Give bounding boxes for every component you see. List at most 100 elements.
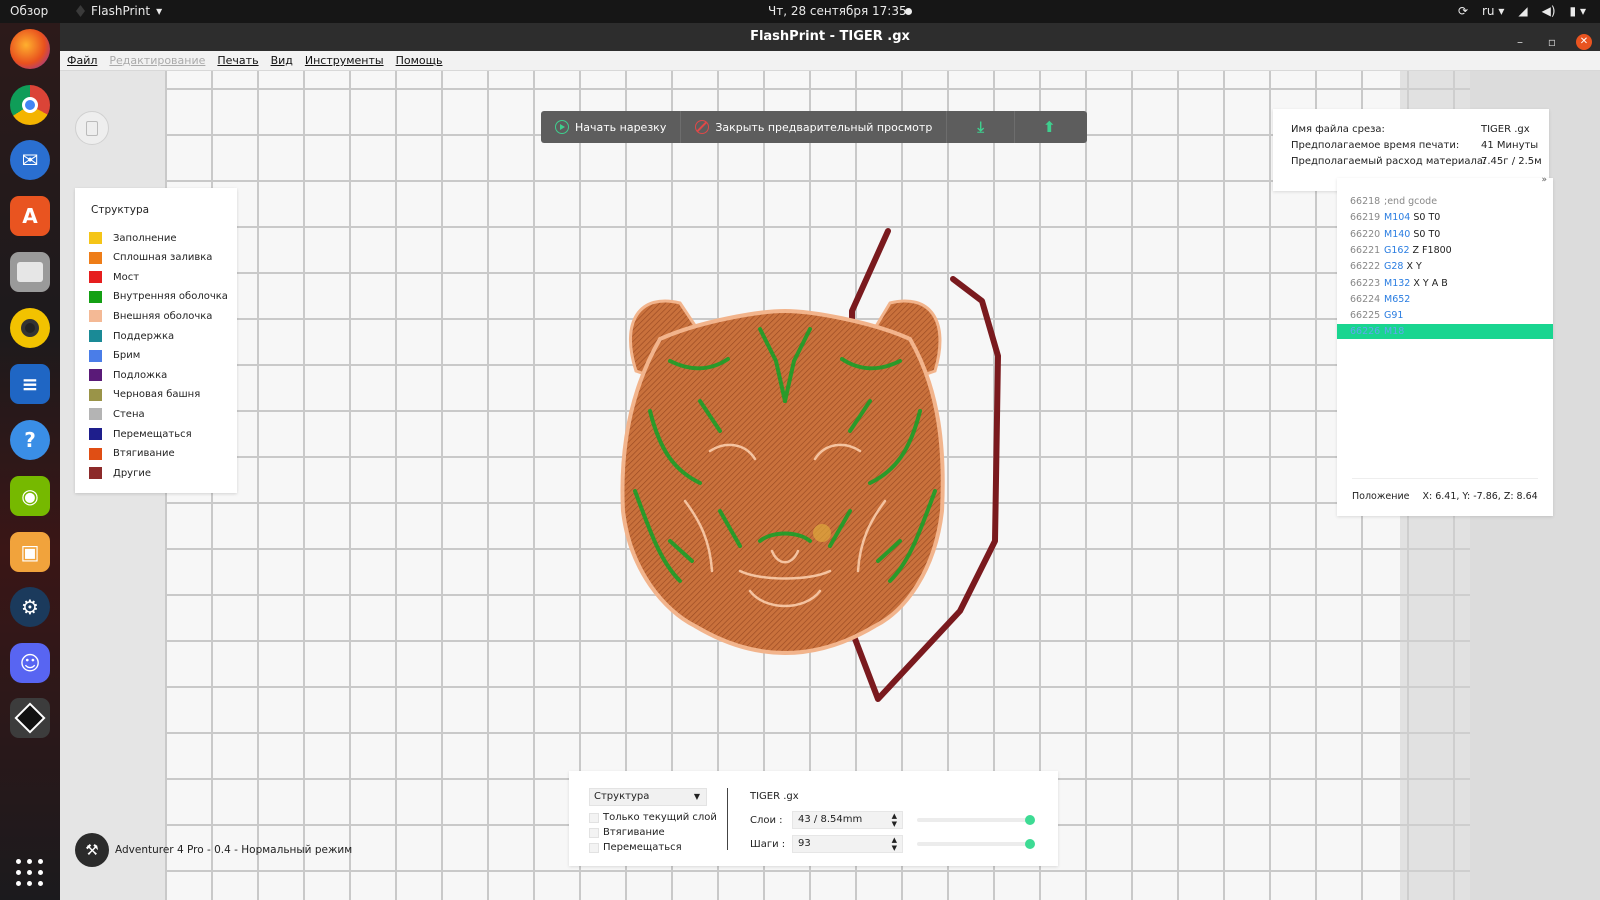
clock[interactable]: Чт, 28 сентября 17:35 [768, 4, 907, 18]
activities-button[interactable]: Обзор [10, 4, 48, 18]
gcode-line[interactable]: 66226 M18 [1337, 324, 1553, 340]
only-current-layer-checkbox[interactable]: Только текущий слой [589, 812, 717, 823]
steps-slider[interactable] [917, 839, 1035, 849]
language-indicator[interactable]: ru ▾ [1482, 4, 1504, 18]
gcode-command: G28 [1384, 261, 1404, 273]
travel-label: Перемещаться [603, 842, 682, 853]
printer-connect-button[interactable]: ⚒ [75, 833, 109, 867]
notification-dot-icon [905, 8, 912, 15]
printer-status-label: Adventurer 4 Pro - 0.4 - Нормальный режи… [115, 844, 353, 856]
help-icon[interactable]: ? [10, 420, 50, 460]
legend-item-label: Сплошная заливка [113, 252, 213, 264]
steps-slider-handle[interactable] [1025, 839, 1035, 849]
menu-help[interactable]: Помощь [396, 54, 443, 67]
steam-icon[interactable]: ⚙ [10, 587, 50, 627]
menu-file[interactable]: Файл [67, 54, 97, 67]
gcode-line[interactable]: 66224 M652 [1337, 292, 1553, 307]
legend-item: Внутренняя оболочка [89, 290, 228, 303]
gcode-line[interactable]: 66223 M132 X Y A B [1337, 276, 1553, 291]
libreoffice-writer-icon[interactable]: ≡ [10, 364, 50, 404]
checkbox-box[interactable] [589, 827, 599, 838]
image-viewer-icon[interactable]: ▣ [10, 532, 50, 572]
legend-item-label: Другие [113, 467, 151, 479]
send-to-printer-button[interactable]: ⬆ [1015, 111, 1084, 143]
spin-arrows-icon[interactable]: ▲ ▼ [892, 812, 897, 828]
checkbox-box[interactable] [589, 812, 599, 823]
chevron-down-icon: ▾ [156, 4, 163, 18]
discord-icon[interactable]: ☺ [10, 643, 50, 683]
volume-icon[interactable]: ◀) [1542, 4, 1556, 18]
nvidia-settings-icon[interactable]: ◉ [10, 476, 50, 516]
close-icon[interactable]: ✕ [1576, 34, 1592, 50]
layers-spinbox[interactable]: 43 / 8.54mm ▲ ▼ [792, 811, 903, 829]
retraction-checkbox[interactable]: Втягивание [589, 827, 665, 838]
travel-checkbox[interactable]: Перемещаться [589, 842, 682, 853]
legend-item-label: Мост [113, 271, 140, 283]
gcode-line[interactable]: 66222 G28 X Y [1337, 259, 1553, 274]
menu-tools[interactable]: Инструменты [305, 54, 384, 67]
gcode-arguments: ;end gcode [1384, 196, 1438, 207]
menu-edit[interactable]: Редактирование [109, 54, 205, 67]
structure-legend: Структура Заполнение Сплошная заливка Мост… [75, 188, 237, 493]
layers-slider-handle[interactable] [1025, 815, 1035, 825]
legend-item: Поддержка [89, 330, 174, 342]
gcode-line-number: 66226 [1350, 326, 1381, 338]
gcode-line-number: 66220 [1350, 228, 1381, 240]
collapse-panel-icon[interactable]: » [1541, 175, 1547, 185]
wifi-icon[interactable]: ◢ [1518, 4, 1527, 18]
position-label: Положение [1352, 491, 1410, 502]
legend-item-label: Внешняя оболочка [113, 310, 213, 322]
nozzle-position-marker [813, 524, 831, 542]
gcode-line[interactable]: 66220 M140 S0 T0 [1337, 227, 1553, 242]
files-icon[interactable] [10, 252, 50, 292]
color-swatch [89, 232, 102, 244]
firefox-icon[interactable] [10, 29, 50, 69]
close-preview-button[interactable]: Закрыть предварительный просмотр [681, 111, 948, 143]
gcode-line[interactable]: 66219 M104 S0 T0 [1337, 210, 1553, 225]
color-swatch [89, 290, 102, 303]
chevron-down-icon: ▼ [693, 792, 700, 801]
printer-icon: ⚒ [85, 841, 99, 859]
slice-file-label: Имя файла среза: [1291, 124, 1385, 135]
gcode-line[interactable]: 66218 ;end gcode [1337, 194, 1553, 209]
dock: ✉ A ≡ ? ◉ ▣ ⚙ ☺ [0, 23, 60, 900]
flashprint-dock-icon[interactable] [10, 698, 50, 738]
show-applications-icon[interactable] [16, 859, 44, 887]
view-mode-select[interactable]: Структура ▼ [589, 788, 707, 806]
gcode-line[interactable]: 66225 G91 [1337, 308, 1553, 323]
file-list-button[interactable] [75, 111, 109, 145]
color-swatch [89, 310, 102, 323]
printer-send-icon: ⬆ [1042, 118, 1056, 136]
panel-divider [727, 788, 728, 850]
window-titlebar[interactable]: FlashPrint - TIGER .gx – ▫ ✕ [60, 23, 1600, 51]
gcode-line[interactable]: 66221 G162 Z F1800 [1337, 243, 1553, 258]
spin-arrows-icon[interactable]: ▲ ▼ [892, 836, 897, 852]
close-preview-label: Закрыть предварительный просмотр [715, 120, 933, 134]
app-menu[interactable]: FlashPrint ▾ [76, 4, 162, 18]
retraction-label: Втягивание [603, 827, 665, 838]
legend-item-label: Перемещаться [113, 428, 192, 440]
thunderbird-icon[interactable]: ✉ [10, 140, 50, 180]
layers-slider[interactable] [917, 815, 1035, 825]
sync-icon[interactable]: ⟳ [1458, 4, 1468, 18]
position-value: X: 6.41, Y: -7.86, Z: 8.64 [1422, 491, 1538, 502]
menu-print[interactable]: Печать [217, 54, 258, 67]
steps-spinbox[interactable]: 93 ▲ ▼ [792, 835, 903, 853]
layer-control-panel: Структура ▼ Только текущий слой Втягиван… [569, 771, 1058, 866]
menu-view[interactable]: Вид [271, 54, 293, 67]
battery-icon[interactable]: ▮ ▾ [1570, 4, 1586, 18]
start-slice-button[interactable]: Начать нарезку [541, 111, 682, 143]
checkbox-box[interactable] [589, 842, 599, 853]
gcode-panel: » 66218 ;end gcode 66219 M104 S0 T0 66220 M14… [1337, 175, 1553, 516]
preview-toolbar: Начать нарезку Закрыть предварительный п… [541, 111, 1087, 143]
gcode-line-number: 66222 [1350, 261, 1381, 273]
export-button[interactable]: ⤓ [947, 111, 1015, 143]
3d-viewport[interactable]: Начать нарезку Закрыть предварительный п… [60, 71, 1600, 900]
print-time-value: 41 Минуты [1481, 140, 1539, 151]
layers-label: Слои : [750, 815, 783, 826]
rhythmbox-icon[interactable] [10, 308, 50, 348]
system-tray[interactable]: ⟳ ru ▾ ◢ ◀) ▮ ▾ [1458, 4, 1586, 18]
chrome-icon[interactable] [10, 85, 50, 125]
software-center-icon[interactable]: A [10, 196, 50, 236]
position-readout: Положение X: 6.41, Y: -7.86, Z: 8.64 [1352, 491, 1538, 502]
